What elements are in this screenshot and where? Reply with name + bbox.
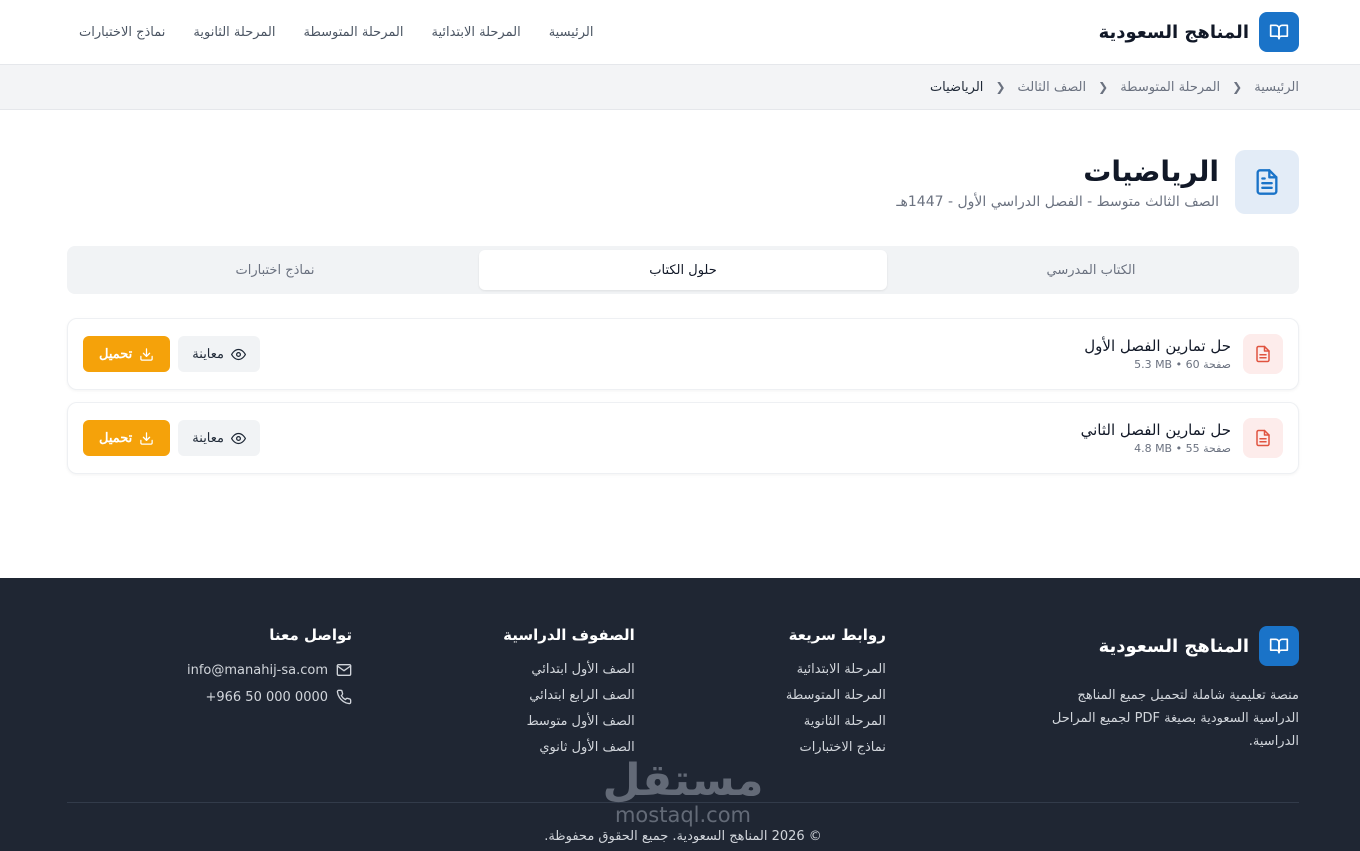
file-list: حل تمارين الفصل الأول 5.3 MB • 60 صفحة م… bbox=[67, 318, 1299, 474]
nav-home[interactable]: الرئيسية bbox=[549, 25, 594, 40]
nav-primary[interactable]: المرحلة الابتدائية bbox=[431, 25, 520, 40]
mail-icon bbox=[336, 664, 352, 676]
footer-heading: تواصل معنا bbox=[269, 626, 353, 644]
footer-link[interactable]: الصف الأول ثانوي bbox=[503, 740, 634, 755]
copyright: © 2026 المناهج السعودية. جميع الحقوق محف… bbox=[67, 802, 1299, 844]
breadcrumb-current: الرياضيات bbox=[929, 79, 984, 95]
main-nav: الرئيسية المرحلة الابتدائية المرحلة المت… bbox=[79, 25, 593, 40]
footer-quick-links: روابط سريعة المرحلة الابتدائية المرحلة ا… bbox=[786, 626, 886, 766]
phone-text: +966 50 000 0000 bbox=[205, 689, 329, 705]
breadcrumb-stage[interactable]: المرحلة المتوسطة bbox=[1120, 80, 1220, 95]
preview-button[interactable]: معاينة bbox=[178, 420, 261, 456]
chevron-left-icon: ❮ bbox=[1232, 80, 1243, 94]
file-meta: 4.8 MB • 55 صفحة bbox=[1134, 442, 1231, 455]
breadcrumb-grade[interactable]: الصف الثالث bbox=[1018, 80, 1087, 95]
brand-name: المناهج السعودية bbox=[1098, 21, 1249, 43]
page-subtitle: الصف الثالث متوسط - الفصل الدراسي الأول … bbox=[896, 194, 1219, 210]
footer-heading: الصفوف الدراسية bbox=[503, 626, 635, 644]
download-icon bbox=[140, 431, 154, 445]
book-icon bbox=[1259, 12, 1299, 52]
nav-intermediate[interactable]: المرحلة المتوسطة bbox=[304, 25, 404, 40]
eye-icon bbox=[231, 348, 247, 360]
download-button[interactable]: تحميل bbox=[83, 336, 171, 372]
footer-brand[interactable]: المناهج السعودية bbox=[1037, 626, 1299, 666]
file-name: حل تمارين الفصل الأول bbox=[1084, 337, 1231, 355]
contact-email[interactable]: info@manahij-sa.com bbox=[67, 662, 352, 678]
tab-textbook[interactable]: الكتاب المدرسي bbox=[887, 250, 1295, 290]
footer-description: منصة تعليمية شاملة لتحميل جميع المناهج ا… bbox=[1051, 688, 1299, 749]
tab-solutions[interactable]: حلول الكتاب bbox=[479, 250, 887, 290]
site-header: المناهج السعودية الرئيسية المرحلة الابتد… bbox=[0, 0, 1360, 65]
breadcrumb: الرئيسية ❮ المرحلة المتوسطة ❮ الصف الثال… bbox=[0, 65, 1360, 110]
site-footer: المناهج السعودية منصة تعليمية شاملة لتحم… bbox=[0, 578, 1360, 851]
book-icon bbox=[1259, 626, 1299, 666]
nav-secondary[interactable]: المرحلة الثانوية bbox=[193, 25, 275, 40]
download-label: تحميل bbox=[99, 430, 133, 445]
eye-icon bbox=[231, 432, 247, 444]
footer-brand-name: المناهج السعودية bbox=[1098, 635, 1249, 657]
footer-link[interactable]: نماذج الاختبارات bbox=[786, 740, 885, 755]
breadcrumb-home[interactable]: الرئيسية bbox=[1254, 80, 1299, 95]
subject-header: الرياضيات الصف الثالث متوسط - الفصل الدر… bbox=[0, 110, 1360, 214]
preview-label: معاينة bbox=[192, 346, 225, 361]
list-item: حل تمارين الفصل الثاني 4.8 MB • 55 صفحة … bbox=[67, 402, 1299, 474]
pdf-file-icon bbox=[1243, 334, 1283, 374]
preview-button[interactable]: معاينة bbox=[178, 336, 261, 372]
file-meta: 5.3 MB • 60 صفحة bbox=[1134, 358, 1231, 371]
download-label: تحميل bbox=[99, 346, 133, 361]
footer-about: المناهج السعودية منصة تعليمية شاملة لتحم… bbox=[1037, 626, 1299, 766]
footer-contact: تواصل معنا info@manahij-sa.com +966 50 0… bbox=[67, 626, 352, 766]
download-button[interactable]: تحميل bbox=[83, 420, 171, 456]
footer-link[interactable]: الصف الأول متوسط bbox=[503, 714, 635, 729]
footer-link[interactable]: المرحلة الابتدائية bbox=[786, 662, 886, 677]
chevron-left-icon: ❮ bbox=[1098, 80, 1109, 94]
tab-exams[interactable]: نماذج اختبارات bbox=[71, 250, 479, 290]
download-icon bbox=[140, 347, 154, 361]
footer-link[interactable]: الصف الرابع ابتدائي bbox=[503, 688, 635, 703]
phone-icon bbox=[336, 689, 352, 705]
footer-heading: روابط سريعة bbox=[788, 626, 886, 644]
file-name: حل تمارين الفصل الثاني bbox=[1080, 421, 1231, 439]
footer-link[interactable]: المرحلة الثانوية bbox=[786, 714, 886, 729]
chevron-left-icon: ❮ bbox=[995, 80, 1006, 94]
list-item: حل تمارين الفصل الأول 5.3 MB • 60 صفحة م… bbox=[67, 318, 1299, 390]
page-title: الرياضيات bbox=[1083, 155, 1219, 188]
footer-link[interactable]: المرحلة المتوسطة bbox=[786, 688, 886, 703]
content-tabs: الكتاب المدرسي حلول الكتاب نماذج اختبارا… bbox=[67, 246, 1299, 294]
nav-exams[interactable]: نماذج الاختبارات bbox=[79, 25, 165, 40]
email-text: info@manahij-sa.com bbox=[187, 662, 329, 678]
contact-phone[interactable]: +966 50 000 0000 bbox=[67, 689, 352, 705]
brand-logo[interactable]: المناهج السعودية bbox=[1099, 12, 1299, 52]
document-icon bbox=[1235, 150, 1299, 214]
pdf-file-icon bbox=[1243, 418, 1283, 458]
footer-link[interactable]: الصف الأول ابتدائي bbox=[503, 662, 634, 677]
footer-grades: الصفوف الدراسية الصف الأول ابتدائي الصف … bbox=[503, 626, 635, 766]
preview-label: معاينة bbox=[192, 430, 225, 445]
